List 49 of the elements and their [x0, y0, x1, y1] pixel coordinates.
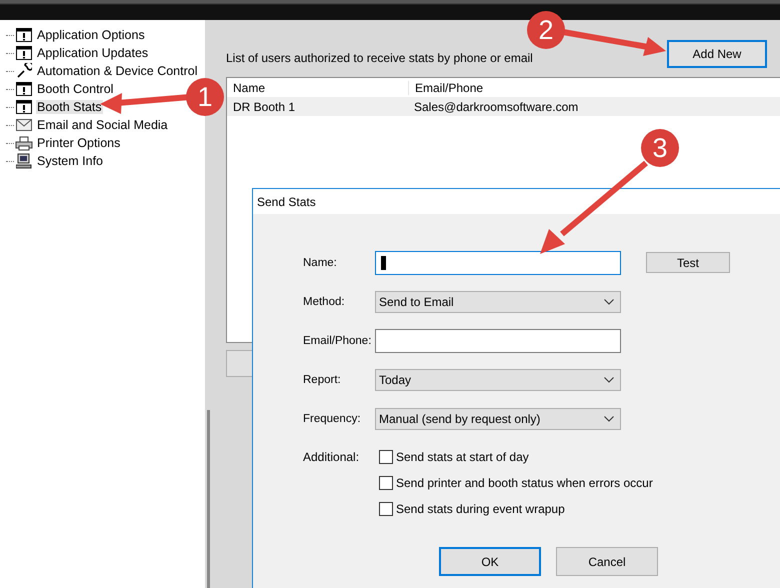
- wrench-icon: [16, 63, 32, 79]
- tree-item[interactable]: Booth Control: [36, 82, 114, 96]
- checkbox[interactable]: [379, 502, 393, 516]
- field-label: Frequency:: [303, 412, 362, 424]
- dropdown[interactable]: Manual (send by request only): [375, 408, 621, 430]
- checkbox-label: Send printer and booth status when errors occur: [396, 476, 653, 490]
- tree-item[interactable]: Booth Stats: [36, 100, 103, 114]
- column-header: Name: [232, 80, 266, 94]
- description-text: List of users authorized to receive stats by phone or email: [226, 51, 533, 65]
- tree-item[interactable]: Automation & Device Control: [36, 64, 198, 78]
- chevron-icon: [604, 416, 614, 422]
- tree-item[interactable]: System Info: [36, 154, 104, 168]
- window-icon: [16, 82, 32, 96]
- window-icon: [16, 28, 32, 42]
- input-field[interactable]: [375, 328, 621, 352]
- chevron-icon: [604, 376, 614, 382]
- checkbox[interactable]: [379, 476, 393, 490]
- window-icon: [16, 46, 32, 60]
- callout-badge: 1: [186, 78, 224, 116]
- dropdown[interactable]: Today: [375, 368, 621, 390]
- callout-badge: 2: [527, 11, 565, 49]
- field-label: Method:: [303, 296, 346, 308]
- tree-item[interactable]: Application Options: [36, 28, 146, 42]
- tree-item[interactable]: Printer Options: [36, 136, 122, 150]
- table-cell-text: Sales@darkroomsoftware.com: [413, 100, 580, 114]
- tree-item[interactable]: Email and Social Media: [36, 118, 169, 132]
- dialog-button[interactable]: Cancel: [556, 547, 658, 576]
- dialog-button[interactable]: OK: [439, 547, 541, 576]
- input-field[interactable]: [375, 250, 621, 274]
- checkbox-label: Send stats during event wrapup: [396, 502, 565, 516]
- printer-icon: [15, 136, 33, 150]
- window-icon: [16, 100, 32, 114]
- field-label: Email/Phone:: [303, 334, 372, 346]
- field-label: Additional:: [303, 450, 360, 466]
- dialog-title: Send Stats: [257, 194, 316, 208]
- table-cell-text: DR Booth 1: [232, 100, 296, 114]
- field-label: Name:: [303, 256, 338, 268]
- table-row[interactable]: DR Booth 1 Sales@darkroomsoftware.com: [227, 97, 780, 116]
- computer-icon: [16, 153, 32, 169]
- add-new-button[interactable]: Add New: [667, 40, 767, 68]
- chevron-icon: [604, 298, 614, 304]
- checkbox-label: Send stats at start of day: [396, 450, 529, 464]
- field-label: Report:: [303, 374, 342, 386]
- tree-item[interactable]: Application Updates: [36, 46, 150, 60]
- column-header: Email/Phone: [408, 80, 780, 94]
- checkbox[interactable]: [379, 450, 393, 464]
- envelope-icon: [16, 119, 32, 131]
- test-button[interactable]: Test: [646, 252, 730, 273]
- dropdown[interactable]: Send to Email: [375, 290, 621, 312]
